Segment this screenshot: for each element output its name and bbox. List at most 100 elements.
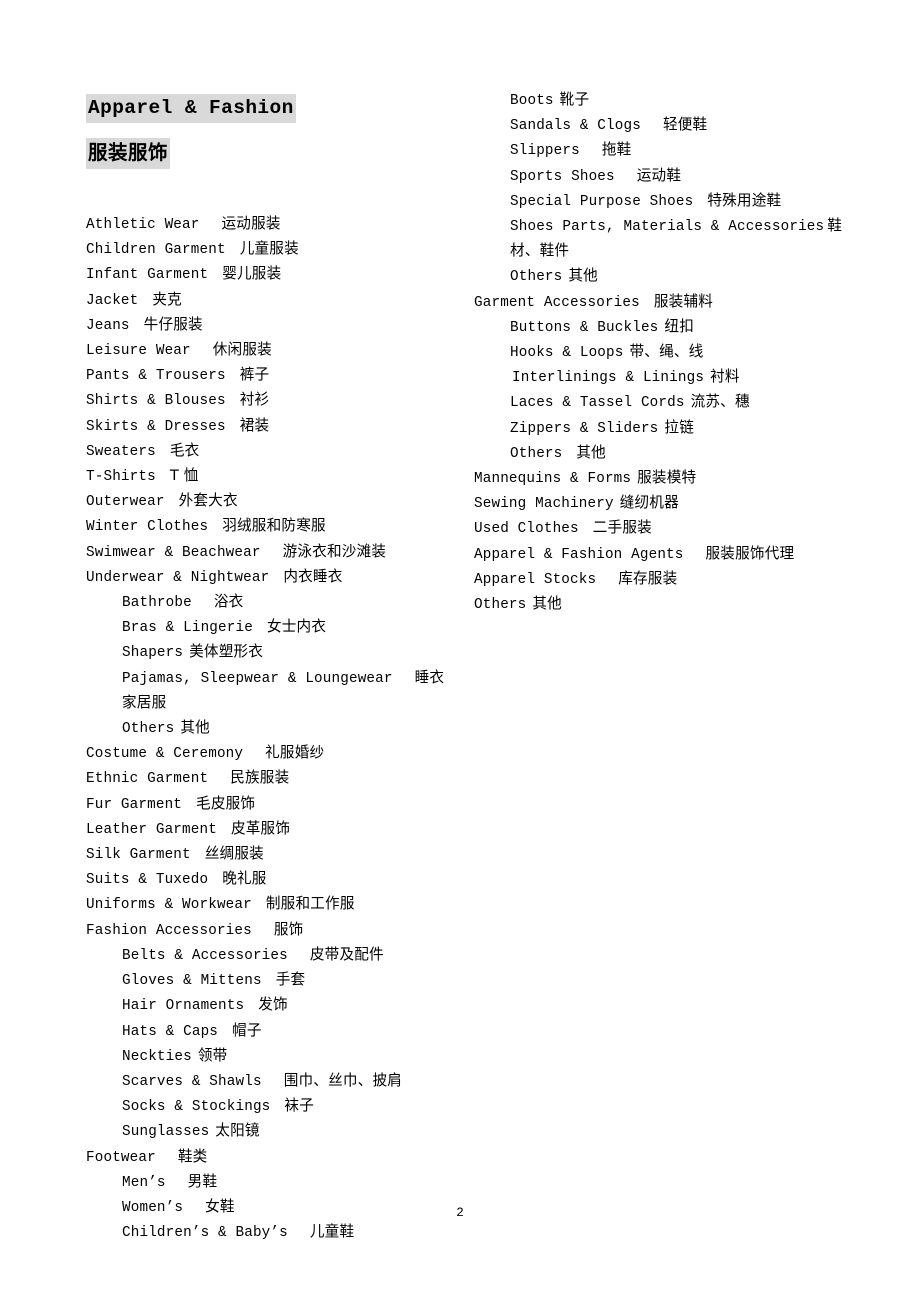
entry-label-en: Men’s: [122, 1174, 166, 1191]
entry-label-cn: 民族服装: [230, 769, 290, 787]
left-category-entry: Fashion Accessories 服饰: [86, 918, 458, 943]
entry-label-cn: 运动服装: [221, 215, 281, 232]
entry-label-en: Special Purpose Shoes: [510, 193, 694, 210]
entry-label-en: Others: [122, 721, 175, 738]
entry-label-cn: 外套大衣: [178, 492, 238, 510]
entry-label-cn: 服装服饰代理: [705, 544, 795, 562]
left-category-entry: Neckties 领带: [86, 1044, 458, 1069]
right-category-entry: Shoes Parts, Materials & Accessories 鞋材、鞋…: [474, 214, 854, 264]
right-category-entry: Laces & Tassel Cords 流苏、穗: [474, 390, 854, 415]
document-page: Apparel & Fashion 服装服饰 Athletic Wear 运动服装…: [0, 0, 920, 1302]
entry-label-en: Pants & Trousers: [86, 368, 226, 385]
right-category-entry: Apparel & Fashion Agents 服装服饰代理: [474, 542, 854, 567]
entry-label-en: Suits & Tuxedo: [86, 872, 209, 889]
entry-label-en: Athletic Wear: [86, 217, 200, 233]
left-category-entry: Bras & Lingerie 女士内衣: [86, 615, 458, 640]
entry-label-en: Laces & Tassel Cords: [510, 395, 685, 412]
entry-label-cn: 拖鞋: [601, 141, 632, 159]
entry-label-en: Mannequins & Forms: [474, 471, 632, 488]
right-category-entry: Mannequins & Forms 服装模特: [474, 466, 854, 491]
entry-label-cn: 衬料: [710, 368, 740, 386]
page-number: 2: [456, 1206, 464, 1220]
right-category-entry: Garment Accessories 服装辅料: [474, 290, 854, 315]
entry-label-en: Buttons & Buckles: [510, 319, 659, 336]
entry-label-en: Sunglasses: [122, 1124, 210, 1141]
entry-label-en: Jacket: [86, 292, 139, 309]
entry-label-en: Footwear: [86, 1149, 156, 1166]
entry-label-cn: 靴子: [559, 91, 590, 108]
entry-label-en: Apparel Stocks: [474, 571, 597, 588]
entry-label-cn: 其他: [576, 443, 606, 461]
entry-label-en: Shirts & Blouses: [86, 393, 226, 410]
entry-label-en: Fashion Accessories: [86, 922, 252, 939]
entry-label-en: Fur Garment: [86, 796, 183, 813]
entry-label-en: Gloves & Mittens: [122, 973, 262, 990]
left-category-entry: Outerwear 外套大衣: [86, 489, 458, 514]
entry-label-en: Sandals & Clogs: [510, 118, 641, 135]
entry-label-en: T-Shirts: [86, 469, 156, 486]
page-title-cn: 服装服饰: [86, 138, 171, 169]
entry-label-cn: 其他: [568, 267, 598, 285]
entry-label-en: Silk Garment: [86, 847, 191, 864]
entry-label-en: Winter Clothes: [86, 519, 209, 536]
right-category-list: Boots 靴子 Sandals & Clogs 轻便鞋 Slippers 拖鞋 Sport…: [474, 88, 854, 617]
title-row-en: Apparel & Fashion: [86, 94, 296, 123]
left-category-entry: Pajamas, Sleepwear & Loungewear 睡衣家居服: [86, 666, 458, 716]
left-category-entry: Sunglasses 太阳镜: [86, 1119, 458, 1144]
entry-label-cn: 发饰: [258, 996, 288, 1014]
entry-label-en: Sports Shoes: [510, 168, 615, 185]
entry-label-cn: 儿童鞋: [309, 1223, 355, 1241]
entry-label-cn: 夹克: [152, 290, 182, 308]
right-category-entry: Others 其他: [474, 441, 854, 466]
left-category-entry: Swimwear & Beachwear 游泳衣和沙滩装: [86, 540, 458, 565]
left-category-entry: Suits & Tuxedo 晚礼服: [86, 867, 458, 892]
entry-label-en: Others: [510, 445, 563, 462]
entry-label-cn: 毛皮服饰: [196, 794, 256, 812]
entry-label-cn: 毛衣: [169, 441, 200, 459]
entry-label-cn: T 恤: [169, 467, 199, 485]
left-category-list: Athletic Wear 运动服装 Children Garment 儿童服装 Inf…: [86, 212, 458, 1245]
page-title-en: Apparel & Fashion: [86, 94, 296, 123]
entry-label-en: Others: [510, 269, 563, 286]
left-category-entry: Shirts & Blouses 衬衫: [86, 388, 458, 413]
left-category-entry: Fur Garment 毛皮服饰: [86, 792, 458, 817]
left-category-entry: Winter Clothes 羽绒服和防寒服: [86, 514, 458, 539]
left-category-entry: Shapers 美体塑形衣: [86, 640, 458, 665]
entry-label-cn: 纽扣: [664, 317, 694, 335]
left-category-entry: Jacket 夹克: [86, 288, 458, 313]
entry-label-cn: 美体塑形衣: [189, 643, 264, 661]
entry-label-en: Socks & Stockings: [122, 1099, 271, 1116]
right-category-entry: Buttons & Buckles 纽扣: [474, 315, 854, 340]
right-category-entry: Others 其他: [474, 264, 854, 289]
entry-label-cn: 服装模特: [637, 469, 697, 487]
entry-label-cn: 内衣睡衣: [283, 567, 343, 585]
entry-label-en: Pajamas, Sleepwear & Loungewear: [122, 670, 393, 687]
entry-label-cn: 库存服装: [618, 569, 678, 587]
entry-label-cn: 太阳镜: [215, 1122, 260, 1140]
left-category-entry: Underwear & Nightwear 内衣睡衣: [86, 565, 458, 590]
left-category-entry: Belts & Accessories 皮带及配件: [86, 943, 458, 968]
entry-label-cn: 游泳衣和沙滩装: [282, 542, 387, 560]
left-category-entry: T-Shirts T 恤: [86, 464, 458, 489]
left-category-entry: Silk Garment 丝绸服装: [86, 842, 458, 867]
left-category-entry: Children Garment 儿童服装: [86, 237, 458, 262]
right-category-entry: Hooks & Loops 带、绳、线: [474, 340, 854, 365]
entry-label-en: Slippers: [510, 143, 580, 160]
entry-label-en: Costume & Ceremony: [86, 746, 244, 763]
entry-label-cn: 男鞋: [187, 1172, 218, 1190]
entry-label-cn: 手套: [275, 971, 306, 989]
entry-label-en: Sweaters: [86, 443, 156, 460]
entry-label-cn: 皮革服饰: [230, 819, 291, 837]
left-category-entry: Scarves & Shawls 围巾、丝巾、披肩: [86, 1069, 458, 1094]
right-category-entry: Slippers 拖鞋: [474, 138, 854, 163]
entry-label-en: Shapers: [122, 645, 184, 662]
entry-label-en: Leather Garment: [86, 821, 217, 838]
entry-label-en: Sewing Machinery: [474, 496, 614, 513]
entry-label-en: Outerwear: [86, 494, 165, 511]
entry-label-cn: 晚礼服: [222, 870, 267, 888]
left-category-entry: Pants & Trousers 裤子: [86, 363, 458, 388]
entry-label-en: Swimwear & Beachwear: [86, 544, 261, 561]
right-category-entry: Sandals & Clogs 轻便鞋: [474, 113, 854, 138]
entry-label-en: Underwear & Nightwear: [86, 569, 270, 586]
entry-label-en: Used Clothes: [474, 521, 579, 538]
